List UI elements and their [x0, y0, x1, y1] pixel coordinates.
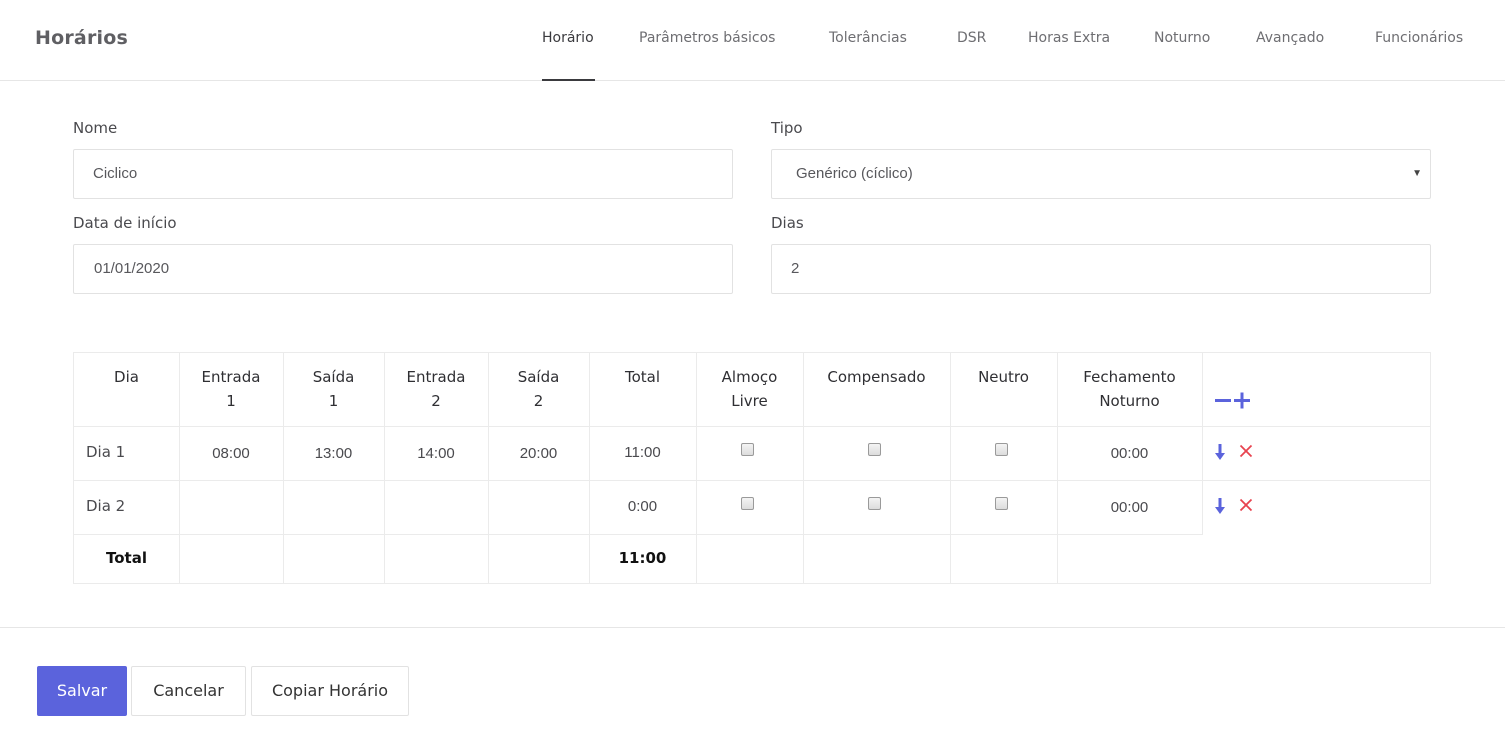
header-saida1-line2: 1 [328, 392, 339, 410]
dias-label: Dias [771, 214, 804, 232]
tab-tolerancias[interactable]: Tolerâncias [829, 30, 907, 46]
save-button[interactable]: Salvar [37, 666, 127, 716]
dias-input[interactable]: 2 [771, 244, 1431, 294]
header-almoco-line1: Almoço [721, 368, 778, 386]
header-entrada2: Entrada 2 [384, 365, 488, 413]
add-day-icon[interactable] [1233, 391, 1251, 409]
header-entrada2-line1: Entrada [406, 368, 466, 386]
header-saida2: Saída 2 [488, 365, 589, 413]
header-entrada1-line1: Entrada [201, 368, 261, 386]
header-saida1: Saída 1 [283, 365, 384, 413]
row1-fechamento-noturno[interactable]: 00:00 [1057, 445, 1202, 462]
row2-delete-icon[interactable] [1239, 498, 1253, 512]
row1-delete-icon[interactable] [1239, 444, 1253, 458]
header-saida2-line2: 2 [533, 392, 544, 410]
schedule-table: Dia Entrada 1 Saída 1 Entrada 2 Saída 2 … [73, 352, 1431, 584]
row1-dia: Dia 1 [86, 443, 126, 461]
row2-almoco-livre-checkbox[interactable] [741, 497, 754, 510]
tipo-label: Tipo [771, 119, 803, 137]
active-tab-indicator [542, 79, 595, 81]
header-neutro: Neutro [978, 368, 1029, 386]
header-entrada2-line2: 2 [431, 392, 441, 410]
copy-schedule-button[interactable]: Copiar Horário [251, 666, 409, 716]
row2-dia: Dia 2 [86, 497, 126, 515]
header-compensado: Compensado [827, 368, 926, 386]
row1-compensado-checkbox[interactable] [868, 443, 881, 456]
footer-divider [0, 627, 1505, 628]
tab-parametros-basicos[interactable]: Parâmetros básicos [639, 30, 775, 46]
tab-avancado[interactable]: Avançado [1256, 30, 1324, 46]
tab-horario[interactable]: Horário [542, 30, 594, 46]
row2-move-down-icon[interactable] [1213, 497, 1227, 515]
row1-entrada1[interactable]: 08:00 [179, 445, 283, 462]
row-divider [74, 426, 1430, 427]
tab-dsr[interactable]: DSR [957, 30, 986, 46]
header-total: Total [624, 368, 661, 386]
row1-saida2[interactable]: 20:00 [488, 445, 589, 462]
page-title: Horários [35, 27, 128, 49]
top-header: Horários Horário Parâmetros básicos Tole… [0, 0, 1505, 81]
row-divider [74, 534, 1203, 535]
data-inicio-input[interactable]: 01/01/2020 [73, 244, 733, 294]
header-almoco-line2: Livre [731, 392, 768, 410]
tipo-select[interactable]: Genérico (cíclico) ▼ [771, 149, 1431, 199]
header-fechamento-line1: Fechamento [1083, 368, 1176, 386]
row-divider [74, 480, 1430, 481]
total-row-value: 11:00 [618, 549, 667, 567]
row1-saida1[interactable]: 13:00 [283, 445, 384, 462]
header-fechamento-noturno: Fechamento Noturno [1057, 365, 1202, 413]
remove-day-icon[interactable] [1214, 391, 1232, 409]
row1-total: 11:00 [624, 444, 661, 461]
data-inicio-label: Data de início [73, 214, 177, 232]
column-divider [1202, 353, 1203, 535]
row1-neutro-checkbox[interactable] [995, 443, 1008, 456]
cancel-button[interactable]: Cancelar [131, 666, 246, 716]
row2-total: 0:00 [627, 498, 658, 515]
header-fechamento-line2: Noturno [1099, 392, 1160, 410]
nome-input[interactable]: Ciclico [73, 149, 733, 199]
tipo-select-value: Genérico (cíclico) [796, 165, 913, 182]
total-row-label: Total [106, 549, 147, 567]
header-entrada1-line2: 1 [226, 392, 236, 410]
row2-compensado-checkbox[interactable] [868, 497, 881, 510]
row2-neutro-checkbox[interactable] [995, 497, 1008, 510]
row1-almoco-livre-checkbox[interactable] [741, 443, 754, 456]
header-almoco-livre: Almoço Livre [696, 365, 803, 413]
row1-move-down-icon[interactable] [1213, 443, 1227, 461]
tab-funcionarios[interactable]: Funcionários [1375, 30, 1463, 46]
row2-fechamento-noturno[interactable]: 00:00 [1057, 499, 1202, 516]
tab-horas-extra[interactable]: Horas Extra [1028, 30, 1110, 46]
tab-noturno[interactable]: Noturno [1154, 30, 1210, 46]
header-dia: Dia [114, 368, 139, 386]
header-saida2-line1: Saída [517, 368, 560, 386]
header-saida1-line1: Saída [312, 368, 355, 386]
header-entrada1: Entrada 1 [179, 365, 283, 413]
nome-label: Nome [73, 119, 118, 137]
select-arrow-icon: ▼ [1412, 168, 1422, 179]
row1-entrada2[interactable]: 14:00 [384, 445, 488, 462]
